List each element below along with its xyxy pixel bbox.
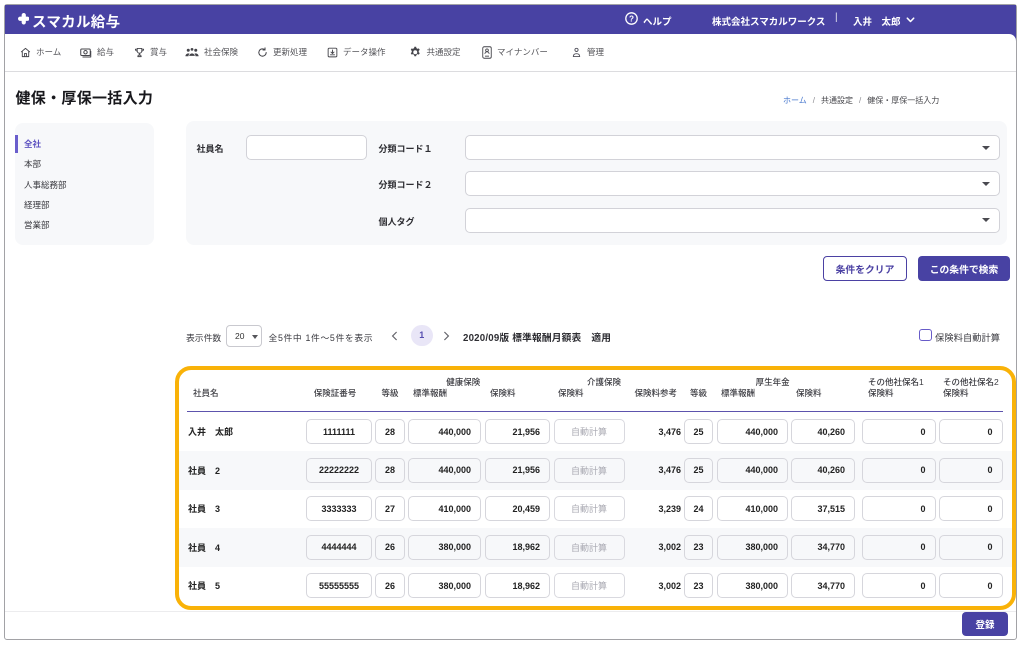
svg-text:?: ?: [629, 15, 634, 24]
